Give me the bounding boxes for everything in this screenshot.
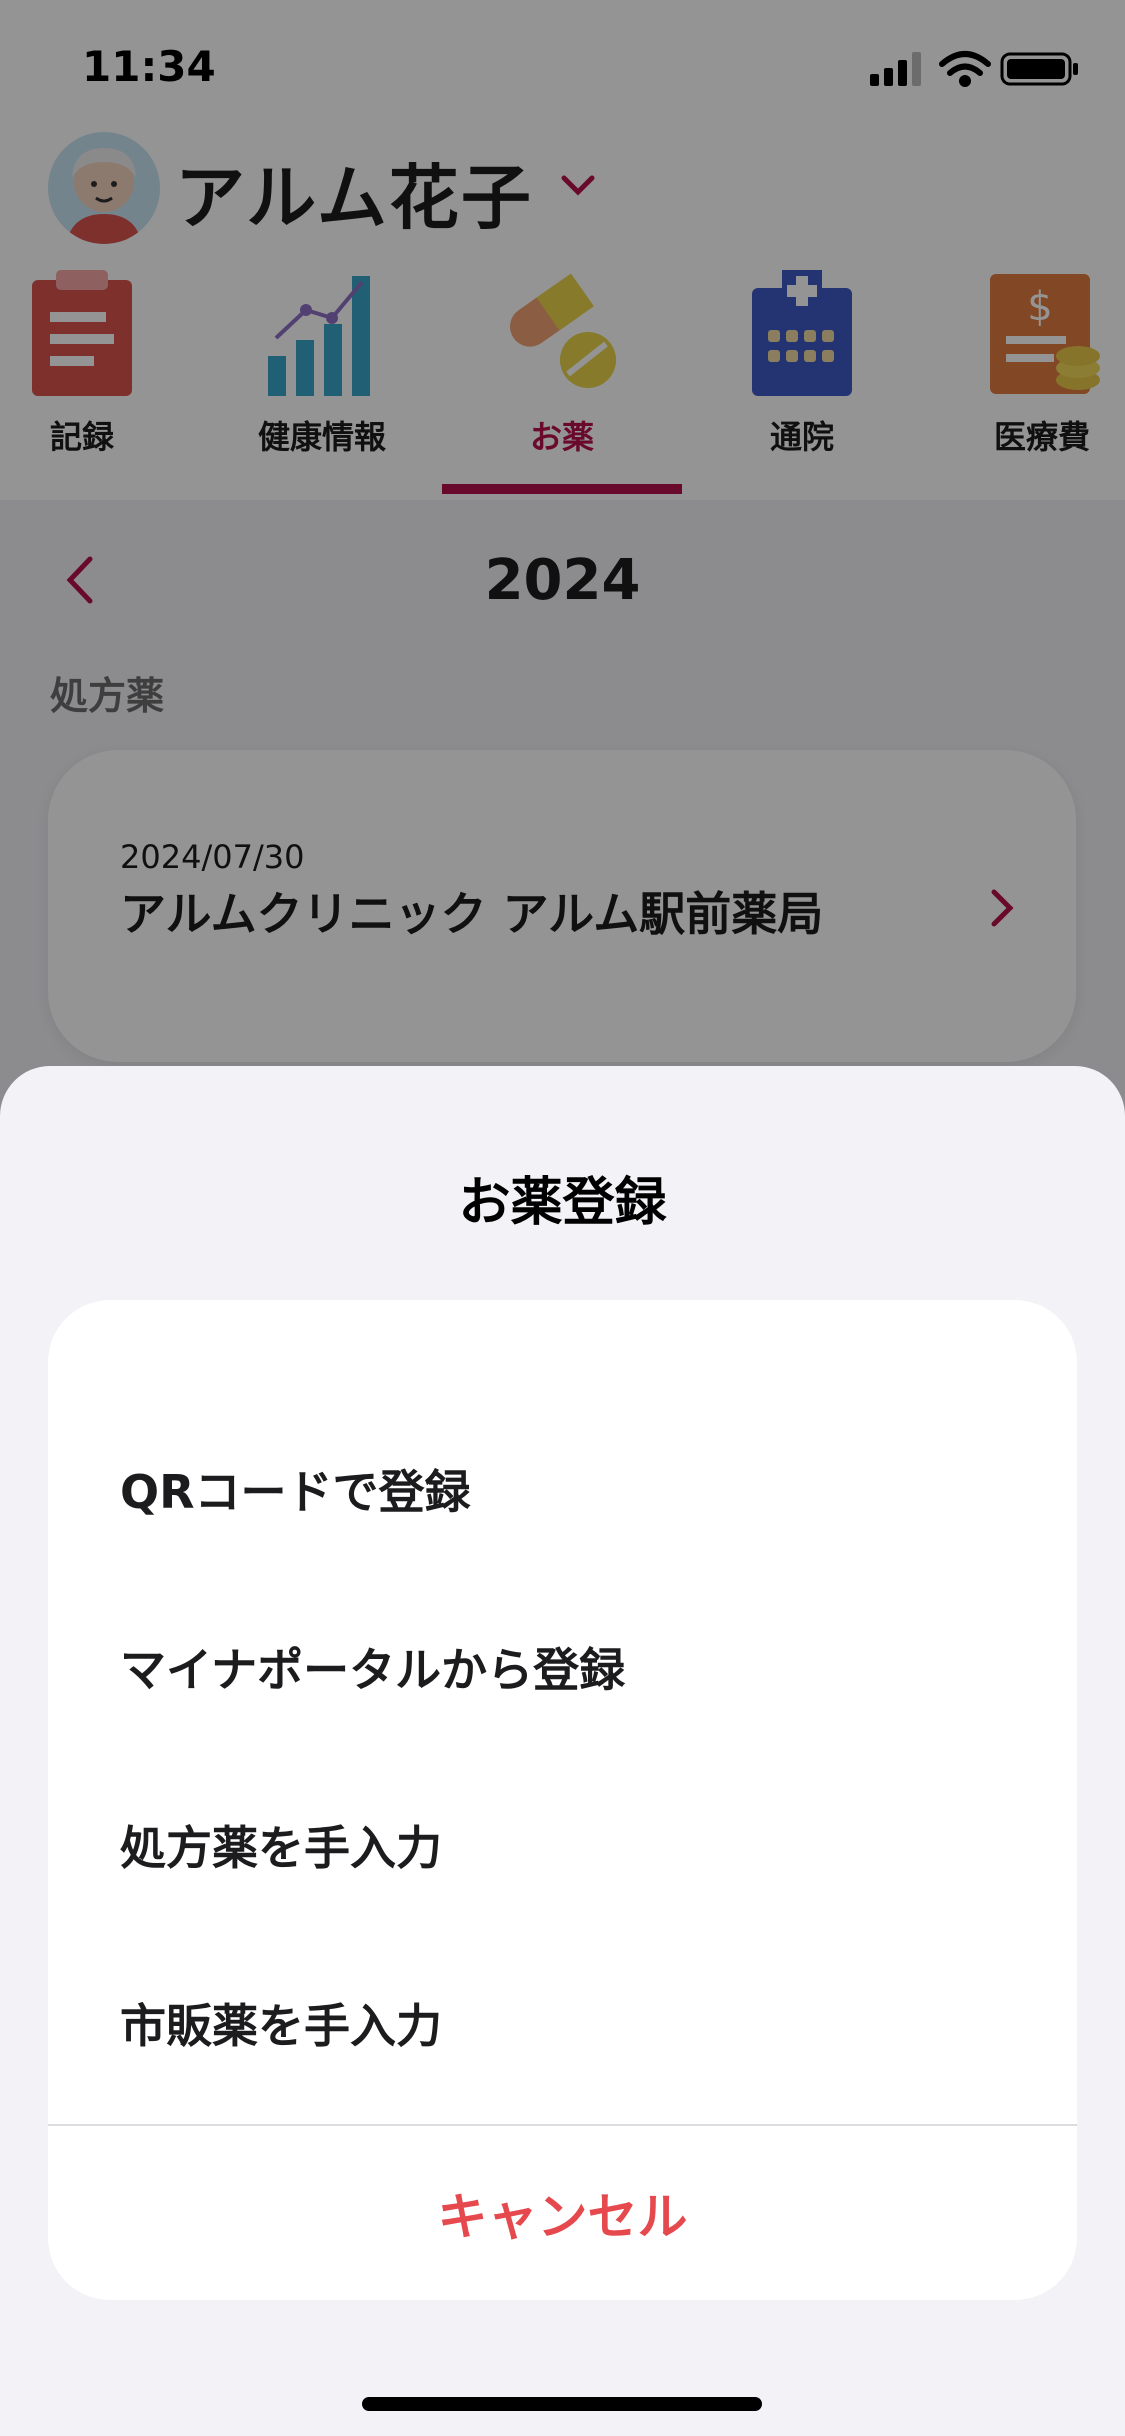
option-manual-otc[interactable]: 市販薬を手入力 bbox=[120, 1948, 1037, 2098]
cancel-button[interactable]: キャンセル bbox=[48, 2126, 1077, 2300]
sheet-title: お薬登録 bbox=[458, 1173, 667, 1233]
option-manual-prescription[interactable]: 処方薬を手入力 bbox=[120, 1770, 1037, 1920]
option-qr-code[interactable]: QRコードで登録 bbox=[120, 1414, 1037, 1564]
action-sheet: お薬登録 QRコードで登録 マイナポータルから登録 処方薬を手入力 市販薬を手入… bbox=[0, 1066, 1125, 2436]
home-indicator bbox=[362, 2397, 762, 2411]
option-mynaportal[interactable]: マイナポータルから登録 bbox=[120, 1592, 1037, 1742]
options-card: QRコードで登録 マイナポータルから登録 処方薬を手入力 市販薬を手入力 キャン… bbox=[48, 1300, 1077, 2300]
